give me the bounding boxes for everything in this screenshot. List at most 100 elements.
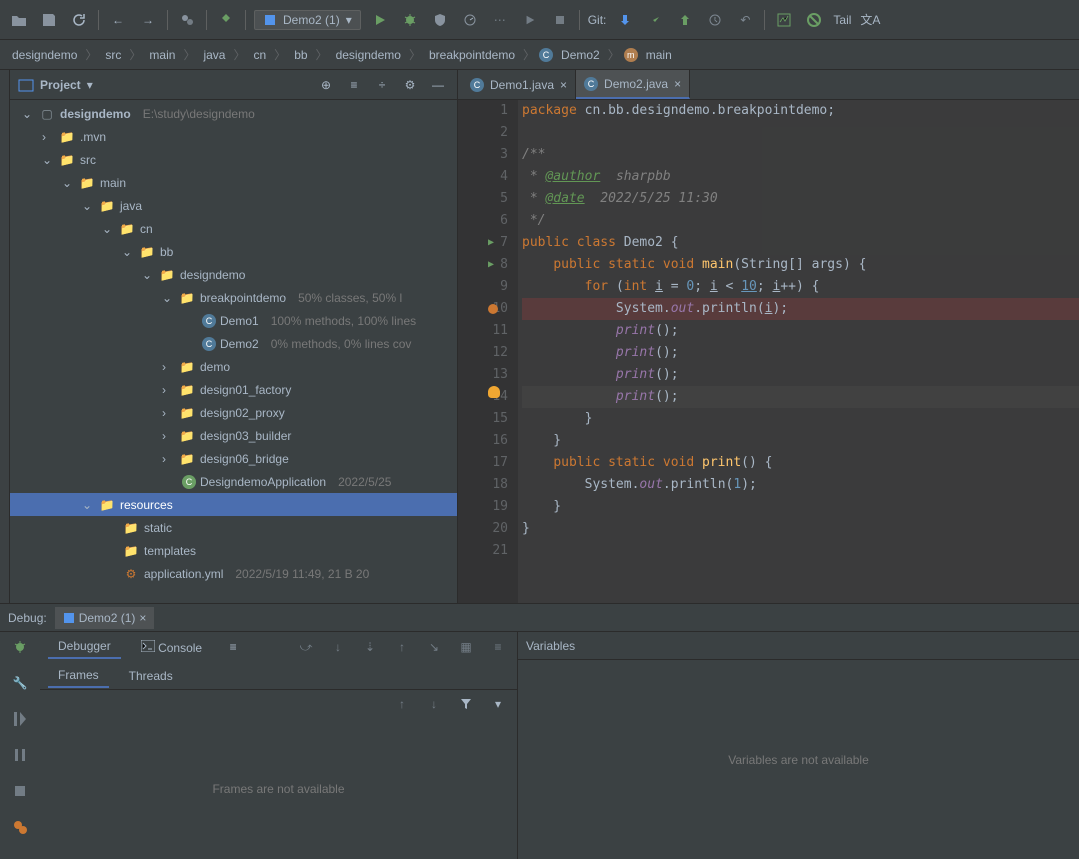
tree-main[interactable]: ⌄ 📁 main: [10, 171, 457, 194]
chevron-right-icon[interactable]: ›: [162, 429, 174, 443]
frames-tab[interactable]: Frames: [48, 664, 109, 688]
chevron-right-icon[interactable]: ›: [42, 130, 54, 144]
forward-icon[interactable]: →: [137, 9, 159, 31]
disable-icon[interactable]: [803, 9, 825, 31]
force-step-icon[interactable]: ⇣: [359, 636, 381, 658]
build-icon[interactable]: [215, 9, 237, 31]
git-history-icon[interactable]: [704, 9, 726, 31]
resume-icon[interactable]: [9, 708, 31, 730]
breakpoint-icon[interactable]: [488, 304, 498, 314]
next-frame-icon[interactable]: ↓: [423, 693, 445, 715]
left-tool-strip[interactable]: [0, 70, 10, 603]
crumb-2[interactable]: main: [145, 46, 179, 64]
view-breakpoints-icon[interactable]: [9, 816, 31, 838]
gutter[interactable]: 1 2 3 4 5 6 ▶7 ▶8 9 10 11 12 13 14 15 16…: [458, 100, 518, 603]
debugger-tab[interactable]: Debugger: [48, 635, 121, 659]
expand-all-icon[interactable]: ≡: [343, 74, 365, 96]
editor-tab-demo2[interactable]: C Demo2.java ×: [576, 70, 690, 99]
tree-src[interactable]: ⌄ 📁 src: [10, 148, 457, 171]
run-config-selector[interactable]: Demo2 (1) ▾: [254, 10, 361, 30]
prev-frame-icon[interactable]: ↑: [391, 693, 413, 715]
reload-icon[interactable]: [68, 9, 90, 31]
profile-icon[interactable]: [459, 9, 481, 31]
git-commit-icon[interactable]: [644, 9, 666, 31]
chevron-down-icon[interactable]: ⌄: [102, 222, 114, 236]
chevron-down-icon[interactable]: ⌄: [82, 498, 94, 512]
crumb-5[interactable]: bb: [290, 46, 311, 64]
tree-breakpointdemo[interactable]: ⌄ 📁 breakpointdemo 50% classes, 50% l: [10, 286, 457, 309]
crumb-6[interactable]: designdemo: [332, 46, 405, 64]
coverage-icon[interactable]: [429, 9, 451, 31]
stop-icon[interactable]: [549, 9, 571, 31]
tree-static[interactable]: 📁 static: [10, 516, 457, 539]
tree-demo1[interactable]: C Demo1 100% methods, 100% lines: [10, 309, 457, 332]
debug-icon[interactable]: [399, 9, 421, 31]
chevron-down-icon[interactable]: ⌄: [82, 199, 94, 213]
run-icon-2[interactable]: [519, 9, 541, 31]
modify-icon[interactable]: 🔧: [9, 672, 31, 694]
hide-icon[interactable]: —: [427, 74, 449, 96]
tree-bb[interactable]: ⌄ 📁 bb: [10, 240, 457, 263]
editor-tab-demo1[interactable]: C Demo1.java ×: [462, 70, 576, 99]
open-file-icon[interactable]: [8, 9, 30, 31]
profiler-icon[interactable]: [773, 9, 795, 31]
chevron-down-icon[interactable]: ⌄: [22, 107, 34, 121]
step-out-icon[interactable]: ↑: [391, 636, 413, 658]
project-tree[interactable]: ⌄ ▢ designdemo E:\study\designdemo › 📁 .…: [10, 100, 457, 603]
close-icon[interactable]: ×: [560, 78, 567, 92]
tree-appyml[interactable]: ⚙ application.yml 2022/5/19 11:49, 21 B …: [10, 562, 457, 585]
save-icon[interactable]: [38, 9, 60, 31]
run-gutter-icon[interactable]: ▶: [488, 232, 494, 254]
console-tab[interactable]: Console: [131, 636, 212, 659]
chevron-down-icon[interactable]: ⌄: [162, 291, 174, 305]
crumb-0[interactable]: designdemo: [8, 46, 81, 64]
close-icon[interactable]: ×: [139, 611, 146, 625]
back-icon[interactable]: ←: [107, 9, 129, 31]
filter-icon[interactable]: [455, 693, 477, 715]
tree-design06[interactable]: › 📁 design06_bridge: [10, 447, 457, 470]
chevron-right-icon[interactable]: ›: [162, 360, 174, 374]
trace-icon[interactable]: ≡: [487, 636, 509, 658]
threads-tab[interactable]: Threads: [119, 665, 183, 687]
tree-design03[interactable]: › 📁 design03_builder: [10, 424, 457, 447]
collapse-all-icon[interactable]: ÷: [371, 74, 393, 96]
intention-bulb-icon[interactable]: [488, 386, 500, 398]
tree-design01[interactable]: › 📁 design01_factory: [10, 378, 457, 401]
select-file-icon[interactable]: ⊕: [315, 74, 337, 96]
tree-resources[interactable]: ⌄ 📁 resources: [10, 493, 457, 516]
step-into-icon[interactable]: ↓: [327, 636, 349, 658]
chevron-down-icon[interactable]: ⌄: [62, 176, 74, 190]
crumb-7[interactable]: breakpointdemo: [425, 46, 519, 64]
attach-icon[interactable]: ⋯: [489, 9, 511, 31]
translate-icon[interactable]: 文A: [859, 9, 881, 31]
crumb-8[interactable]: Demo2: [557, 46, 604, 64]
tree-demo2[interactable]: C Demo2 0% methods, 0% lines cov: [10, 332, 457, 355]
rollback-icon[interactable]: ↶: [734, 9, 756, 31]
tree-mvn[interactable]: › 📁 .mvn: [10, 125, 457, 148]
run-gutter-icon[interactable]: ▶: [488, 254, 494, 276]
crumb-9[interactable]: main: [642, 46, 676, 64]
chevron-down-icon[interactable]: ⌄: [122, 245, 134, 259]
git-push-icon[interactable]: [674, 9, 696, 31]
chevron-right-icon[interactable]: ›: [162, 406, 174, 420]
close-icon[interactable]: ×: [674, 77, 681, 91]
crumb-4[interactable]: cn: [249, 46, 270, 64]
tree-designdemo[interactable]: ⌄ 📁 designdemo: [10, 263, 457, 286]
more-icon[interactable]: ≡: [222, 636, 244, 658]
stop-icon[interactable]: [9, 780, 31, 802]
chevron-right-icon[interactable]: ›: [162, 383, 174, 397]
dropdown-icon[interactable]: ▾: [87, 78, 93, 92]
tree-templates[interactable]: 📁 templates: [10, 539, 457, 562]
tree-app[interactable]: C DesigndemoApplication 2022/5/25: [10, 470, 457, 493]
chevron-down-icon[interactable]: ⌄: [42, 153, 54, 167]
crumb-3[interactable]: java: [199, 46, 229, 64]
settings-icon[interactable]: ⚙: [399, 74, 421, 96]
run-to-cursor-icon[interactable]: ↘: [423, 636, 445, 658]
run-icon[interactable]: [369, 9, 391, 31]
chevron-right-icon[interactable]: ›: [162, 452, 174, 466]
tree-cn[interactable]: ⌄ 📁 cn: [10, 217, 457, 240]
pause-icon[interactable]: [9, 744, 31, 766]
editor-content[interactable]: 1 2 3 4 5 6 ▶7 ▶8 9 10 11 12 13 14 15 16…: [458, 100, 1079, 603]
debug-config-tab[interactable]: Demo2 (1) ×: [55, 607, 155, 629]
code-area[interactable]: package cn.bb.designdemo.breakpointdemo;…: [518, 100, 1079, 603]
